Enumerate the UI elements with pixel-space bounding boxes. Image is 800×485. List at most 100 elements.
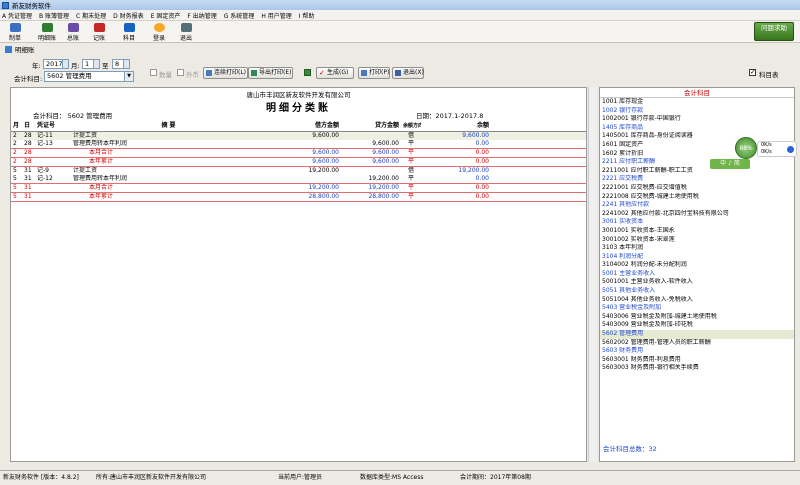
foreign-currency-checkbox[interactable] — [177, 69, 184, 76]
ledger-cell-debit: 28,800.00 — [266, 191, 341, 202]
check-icon: ✓ — [319, 69, 325, 77]
month-to-spinner[interactable]: 8 — [112, 59, 130, 69]
smiley-icon — [153, 23, 165, 32]
exit-dialog-button[interactable]: 退出(X) — [392, 67, 424, 79]
ledger-row[interactable]: 5 31 记-9 计提工资 19,200.00 借 19,200.00 — [11, 166, 586, 175]
network-widget[interactable]: 0K/s 0K/s 88% 中 ♪ 简 — [710, 137, 799, 173]
excel-icon[interactable] — [304, 69, 311, 76]
ledger-cell-voucher — [35, 156, 71, 167]
ledger-cell-debit: 9,600.00 — [266, 131, 341, 140]
print-button[interactable]: 打印(P) — [358, 67, 390, 79]
menu-users[interactable]: H 用户管理 — [261, 11, 291, 20]
col-balance: 余额 — [421, 121, 491, 132]
account-item[interactable]: 5403009 营业税金及附加-印花税 — [600, 321, 794, 330]
account-item[interactable]: 2241002 其他应付款-北京四付宝科技有限公司 — [600, 210, 794, 219]
ledger-row[interactable]: 5 31 记-12 管理费用转本年利润 19,200.00 平 0.00 — [11, 175, 586, 184]
account-item[interactable]: 5603 财务费用 — [600, 347, 794, 356]
help-button[interactable]: 问题求助 — [754, 22, 794, 41]
ledger-cell-summary: 本月合计 — [71, 147, 266, 158]
account-item[interactable]: 5403 营业税金及附加 — [600, 304, 794, 313]
month-from-spinner[interactable]: 1 — [82, 59, 100, 69]
account-item[interactable]: 2221 应交税费 — [600, 175, 794, 184]
chart-of-accounts-checkbox[interactable] — [749, 68, 756, 76]
ledger-row[interactable]: 5 31 本年累计 28,800.00 28,800.00 平 0.00 — [11, 191, 586, 202]
menu-reports[interactable]: D 财务报表 — [113, 11, 144, 20]
ledger-cell-voucher: 记-9 — [37, 166, 49, 174]
ledger-cell-debit — [266, 175, 341, 184]
account-item[interactable]: 5051 其他业务收入 — [600, 287, 794, 296]
generate-button[interactable]: ✓ 生成(G) — [316, 67, 354, 79]
ledger-row[interactable]: 5 31 本月合计 19,200.00 19,200.00 平 0.00 — [11, 182, 586, 193]
account-item[interactable]: 5602 管理费用 — [600, 330, 794, 339]
ledger-cell-credit: 19,200.00 — [341, 182, 401, 193]
account-item[interactable]: 3104 利润分配 — [600, 253, 794, 262]
menu-books[interactable]: B 账簿管理 — [39, 11, 69, 20]
make-voucher-button[interactable]: 制单 — [4, 23, 26, 42]
ledger-cell-credit — [341, 131, 401, 140]
col-credit: 贷方金额 — [341, 121, 401, 132]
menu-period-end[interactable]: C 期末处理 — [76, 11, 106, 20]
post-button[interactable]: 记账 — [88, 23, 110, 42]
detail-ledger-button[interactable]: 明细账 — [36, 23, 58, 42]
ledger-cell-month: 5 — [13, 174, 17, 182]
exit-icon — [180, 23, 192, 32]
account-item[interactable]: 5603003 财务费用-银行相关手续费 — [600, 364, 794, 373]
account-item[interactable]: 3001001 实收资本-王国永 — [600, 227, 794, 236]
account-item[interactable]: 2241 其他应付款 — [600, 201, 794, 210]
quantity-checkbox[interactable] — [150, 69, 157, 76]
account-item[interactable]: 5001 主营业务收入 — [600, 270, 794, 279]
menu-fixed-assets[interactable]: E 固定资产 — [151, 11, 181, 20]
export-icon — [251, 70, 257, 76]
exit-button[interactable]: 退出 — [175, 23, 197, 42]
general-ledger-button[interactable]: 总账 — [62, 23, 84, 42]
menu-help[interactable]: I 帮助 — [299, 11, 315, 20]
ledger-row[interactable]: 2 28 记-13 管理费用转本年利润 9,600.00 平 0.00 — [11, 140, 586, 149]
menu-cashier[interactable]: F 出纳管理 — [187, 11, 216, 20]
ledger-cell-credit: 19,200.00 — [368, 174, 399, 182]
ledger-row[interactable]: 2 28 记-11 计提工资 9,600.00 借 9,600.00 — [11, 131, 586, 140]
account-item[interactable]: 5001001 主营业务收入-软件收入 — [600, 278, 794, 287]
export-print-button[interactable]: 导出打印(E) — [248, 67, 293, 79]
account-item[interactable]: 3001002 实收资本-宋翠莲 — [600, 236, 794, 245]
account-select[interactable]: 5602 管理费用 ▼ — [44, 71, 134, 82]
chevron-down-icon: ▼ — [124, 72, 133, 81]
year-spinner[interactable]: 2017 — [43, 59, 69, 69]
account-item[interactable]: 5051004 其他业务收入-免税收入 — [600, 296, 794, 305]
ledger-cell-voucher: 记-12 — [37, 174, 53, 182]
account-item[interactable]: 5602002 管理费用-管理人员的职工薪酬 — [600, 339, 794, 348]
account-item[interactable]: 5603001 财务费用-利息费用 — [600, 356, 794, 365]
ledger-cell-direction: 平 — [401, 156, 421, 167]
ledger-cell-balance: 19,200.00 — [458, 166, 489, 174]
app-icon — [2, 1, 9, 9]
ledger-cell-balance: 0.00 — [421, 191, 491, 202]
menu-system[interactable]: G 系统管理 — [224, 11, 255, 20]
ledger-row[interactable]: 2 28 本月合计 9,600.00 9,600.00 平 0.00 — [11, 147, 586, 158]
account-item[interactable]: 1002 银行存款 — [600, 107, 794, 116]
account-item[interactable]: 1001 库存现金 — [600, 98, 794, 107]
ledger-scrollbar[interactable] — [588, 87, 597, 462]
ledger-cell-direction: 平 — [401, 147, 421, 158]
ledger-row[interactable]: 2 28 本年累计 9,600.00 9,600.00 平 0.00 — [11, 156, 586, 167]
status-user: 当前用户:管理员 — [278, 474, 323, 481]
account-item[interactable]: 3103 本年利润 — [600, 244, 794, 253]
account-item[interactable]: 2221008 应交税费-城建土地使用税 — [600, 193, 794, 202]
col-debit: 借方金额 — [266, 121, 341, 132]
ledger-cell-day: 28 — [22, 147, 35, 158]
accounts-button[interactable]: 科目 — [118, 23, 140, 42]
printer-icon — [361, 70, 367, 76]
ledger-cell-voucher: 记-13 — [37, 139, 53, 147]
ledger-cell-direction: 平 — [401, 191, 421, 202]
account-item[interactable]: 2221001 应交税费-应交增值税 — [600, 184, 794, 193]
ledger-date-range: 日期：2017.1-2017.8 — [416, 112, 484, 120]
ledger-cell-direction: 借 — [407, 166, 414, 174]
account-item[interactable]: 3001 实收资本 — [600, 218, 794, 227]
menu-voucher[interactable]: A 凭证管理 — [2, 11, 32, 20]
ledger-cell-summary: 管理费用转本年利润 — [73, 139, 128, 147]
account-item[interactable]: 1002001 银行存款-中国银行 — [600, 115, 794, 124]
login-button[interactable]: 登录 — [148, 23, 170, 42]
account-item[interactable]: 1405 库存商品 — [600, 124, 794, 133]
account-item[interactable]: 3104002 利润分配-未分配利润 — [600, 261, 794, 270]
ime-indicator[interactable]: 中 ♪ 简 — [710, 159, 750, 169]
continuous-print-button[interactable]: 连续打印(L) — [203, 67, 248, 79]
account-item[interactable]: 5403006 营业税金及附加-城建土地使用税 — [600, 313, 794, 322]
